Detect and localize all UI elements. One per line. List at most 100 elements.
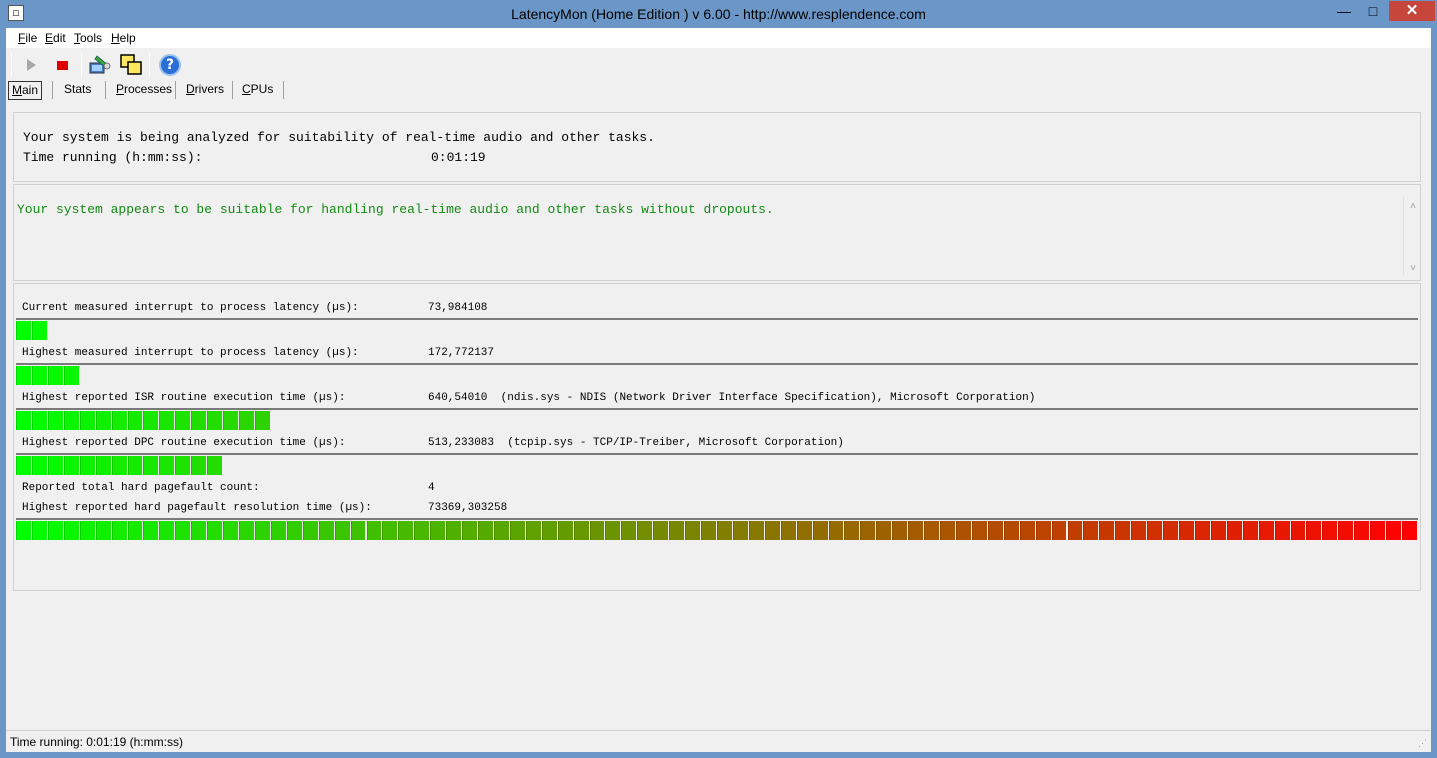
stop-icon [56,60,68,70]
title-bar[interactable]: ▫ LatencyMon (Home Edition ) v 6.00 - ht… [0,0,1437,28]
tab-cpus[interactable]: CPUs [239,81,276,100]
window-title: LatencyMon (Home Edition ) v 6.00 - http… [511,6,926,22]
level-segment [1354,521,1371,540]
highest-isr-bar [16,408,1418,430]
tab-drivers[interactable]: Drivers [183,81,227,100]
resize-grip-icon[interactable]: ⋰ [1418,738,1427,749]
maximize-button[interactable]: □ [1360,1,1386,21]
level-segment [1386,521,1403,540]
level-segment [191,456,208,475]
level-segment [398,521,415,540]
highest-dpc-label: Highest reported DPC routine execution t… [22,437,346,449]
verdict-scroll-track [1403,197,1404,275]
level-segment [16,521,32,540]
level-segment [509,521,526,540]
level-segment [1274,521,1291,540]
level-segment [143,456,160,475]
level-segment [493,521,510,540]
level-segment [159,456,176,475]
windows-button[interactable] [118,52,144,78]
level-segment [47,366,64,385]
level-segment [1179,521,1195,540]
level-segment [828,521,845,540]
toolbar-separator [149,53,150,77]
start-button[interactable] [18,52,44,78]
level-segment [31,411,48,430]
tab-strip: Main Stats Processes Drivers CPUs [6,79,1431,101]
menu-help[interactable]: Help [111,31,136,45]
tab-processes[interactable]: Processes [113,81,175,100]
level-segment [47,411,64,430]
wrench-pc-icon [89,55,111,74]
level-segment [159,521,176,540]
analyze-button[interactable] [86,52,112,78]
overlap-windows-icon [120,54,142,75]
level-segment [239,411,255,430]
level-segment [95,411,112,430]
help-button[interactable]: ? [157,52,183,78]
level-segment [1131,521,1148,540]
level-segment [876,521,893,540]
level-segment [685,521,702,540]
main-window: File Edit Tools Help ? Main Stats Proces… [6,28,1431,752]
level-segment [621,521,638,540]
scroll-down-icon[interactable]: ˅ [1410,263,1416,274]
level-segment [47,456,64,475]
pagefault-count-value: 4 [428,482,435,494]
highest-dpc-value: 513,233083 (tcpip.sys - TCP/IP-Treiber, … [428,437,844,449]
level-segment [589,521,606,540]
tab-main[interactable]: Main [8,81,43,100]
level-segment [764,521,781,540]
level-segment [860,521,877,540]
tab-stats[interactable]: Stats [61,81,94,100]
level-segment [780,521,797,540]
level-segment [31,521,48,540]
level-segment [796,521,813,540]
close-button[interactable]: ✕ [1389,1,1435,21]
status-bar: Time running: 0:01:19 (h:mm:ss) ⋰ [6,730,1431,752]
level-segment [16,321,32,340]
level-segment [1163,521,1179,540]
level-segment [955,521,972,540]
level-segment [1370,521,1387,540]
minimize-button[interactable]: — [1331,1,1357,21]
level-segment [1226,521,1243,540]
level-segment [430,521,447,540]
level-segment [63,366,80,385]
current-latency-label: Current measured interrupt to process la… [22,302,359,314]
level-segment [908,521,925,540]
level-segment [1322,521,1339,540]
scroll-up-icon[interactable]: ˄ [1410,201,1416,212]
level-segment [111,411,128,430]
pagefault-time-bar [16,518,1418,540]
level-segment [446,521,463,540]
pagefault-count-label: Reported total hard pagefault count: [22,482,260,494]
level-segment [31,456,48,475]
level-segment [557,521,574,540]
menu-tools[interactable]: Tools [74,31,102,45]
menu-edit[interactable]: Edit [45,31,66,45]
level-segment [143,521,160,540]
toolbar: ? [6,49,1431,79]
level-segment [1306,521,1323,540]
stop-button[interactable] [49,52,75,78]
tab-separator [283,81,284,99]
level-segment [16,456,32,475]
menu-bar: File Edit Tools Help [6,28,1431,48]
level-segment [159,411,176,430]
level-segment [462,521,478,540]
level-segment [79,456,96,475]
highest-latency-bar [16,363,1418,385]
level-segment [748,521,765,540]
level-segment [701,521,717,540]
level-segment [63,521,80,540]
highest-latency-label: Highest measured interrupt to process la… [22,347,359,359]
play-icon [26,59,36,71]
level-segment [223,411,240,430]
menu-file[interactable]: File [18,31,37,45]
level-segment [127,411,144,430]
level-segment [971,521,988,540]
verdict-panel[interactable]: Your system appears to be suitable for h… [13,184,1421,281]
level-segment [63,456,80,475]
level-segment [223,521,240,540]
